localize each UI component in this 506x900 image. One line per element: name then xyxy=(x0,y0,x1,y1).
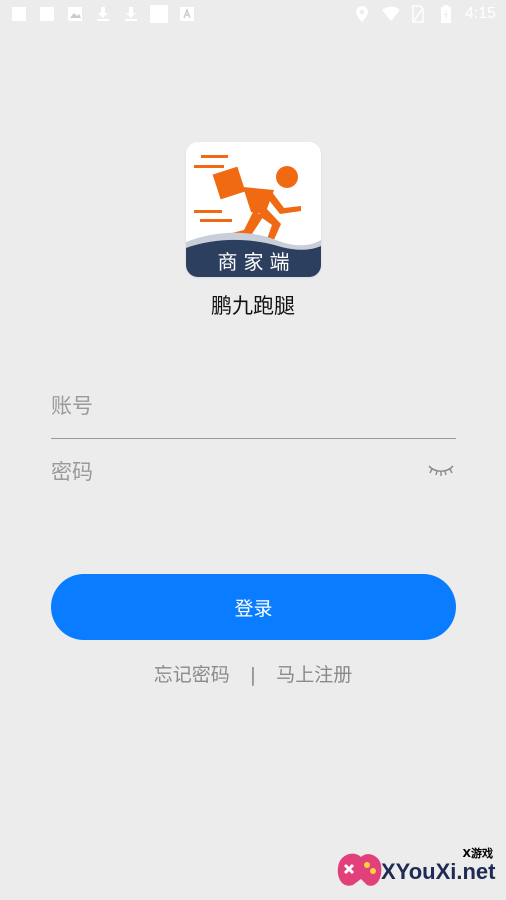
clock: 4:15 xyxy=(464,5,496,22)
download-icon xyxy=(122,5,140,23)
square-icon xyxy=(38,5,56,23)
square-icon xyxy=(150,5,168,23)
account-input[interactable] xyxy=(51,394,456,418)
account-field[interactable] xyxy=(51,381,456,431)
no-sim-icon xyxy=(409,5,427,23)
a-icon xyxy=(178,5,196,23)
image-icon xyxy=(66,5,84,23)
status-bar-right: 4:15 xyxy=(353,5,506,23)
link-separator: | xyxy=(249,664,257,686)
login-button[interactable]: 登录 xyxy=(51,574,456,640)
watermark-main-text: XYouXi.net xyxy=(381,859,496,884)
account-underline xyxy=(51,438,456,439)
download-icon xyxy=(94,5,112,23)
status-bar: 4:15 xyxy=(0,0,506,28)
watermark: X游戏 XYouXi.net xyxy=(333,843,503,895)
gamepad-logo-icon xyxy=(337,853,382,886)
password-input[interactable] xyxy=(51,460,456,484)
battery-icon xyxy=(437,5,455,23)
register-link[interactable]: 马上注册 xyxy=(276,660,352,687)
app-logo: 商家端 xyxy=(186,142,321,277)
status-bar-left xyxy=(0,5,196,23)
wifi-icon xyxy=(381,5,399,23)
auth-links: 忘记密码 | 马上注册 xyxy=(0,660,506,687)
app-name: 鹏九跑腿 xyxy=(211,294,295,318)
password-field[interactable] xyxy=(51,447,456,497)
square-icon xyxy=(10,5,28,23)
logo-badge-text: 商家端 xyxy=(217,250,296,274)
forgot-password-link[interactable]: 忘记密码 xyxy=(154,660,230,687)
eye-closed-icon[interactable] xyxy=(426,461,456,481)
location-icon xyxy=(353,5,371,23)
